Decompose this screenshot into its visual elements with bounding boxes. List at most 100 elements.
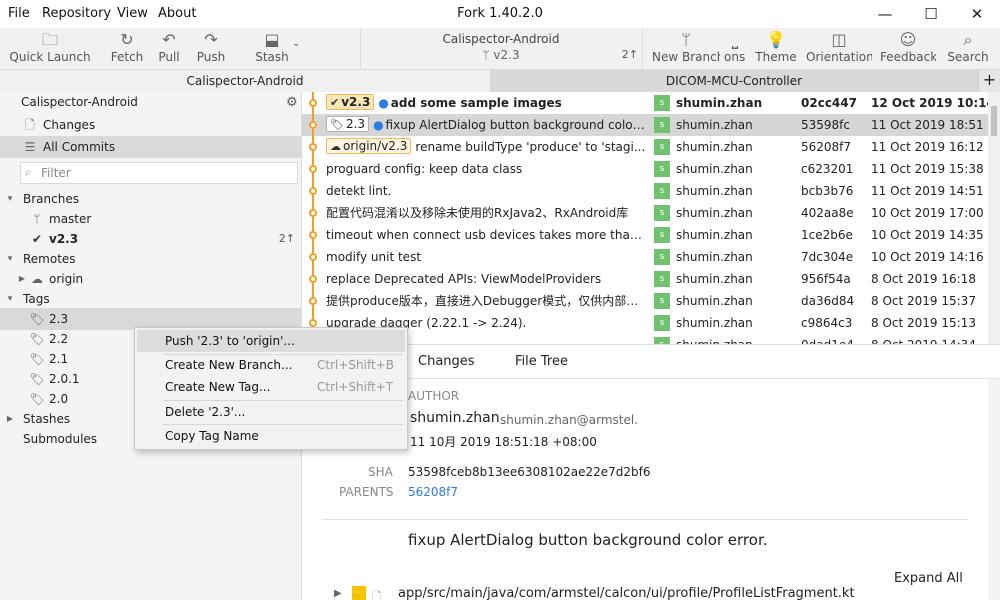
menu-about[interactable]: About <box>158 6 196 21</box>
commit-date: 8 Oct 2019 15:13 <box>871 316 976 330</box>
tag-icon: 🏷 <box>29 332 45 346</box>
parent-sha-link[interactable]: 56208f7 <box>408 485 458 499</box>
menu-item-label: Copy Tag Name <box>165 429 259 443</box>
remotes-section-header[interactable]: ▾ Remotes <box>0 248 301 270</box>
add-tab-button[interactable]: + <box>978 70 1000 92</box>
commit-row[interactable]: 🏷 2.3 ● fixup AlertDialog button background… <box>302 114 988 136</box>
commit-author: shumin.zhan <box>676 206 753 220</box>
copy-tag-name-menu-item[interactable]: Copy Tag Name <box>137 425 405 447</box>
maximize-button[interactable]: ☐ <box>908 0 954 28</box>
push-button[interactable]: ↷ Push <box>192 30 230 68</box>
new-branch-button[interactable]: ᛘ New Branch <box>652 30 720 68</box>
commit-author: shumin.zhan <box>676 250 753 264</box>
commit-message: 提供produce版本，直接进入Debugger模式，仅供内部人... <box>326 294 646 308</box>
fetch-button[interactable]: ↻ Fetch <box>104 30 150 68</box>
menu-file[interactable]: File <box>8 6 30 21</box>
quick-launch-label: Quick Launch <box>9 50 91 64</box>
file-icon: 🗋 <box>372 590 382 600</box>
branch-name: v2.3 <box>49 232 79 246</box>
menu-item-label: Delete '2.3'... <box>165 405 246 419</box>
tag-name: 2.0.1 <box>49 372 80 386</box>
stash-dropdown-icon[interactable]: ⌄ <box>292 38 300 49</box>
commit-row[interactable]: proguard config: keep data class s shumi… <box>302 158 988 180</box>
commit-row[interactable]: replace Deprecated APIs: ViewModelProvid… <box>302 268 988 290</box>
commit-row[interactable]: ✔ v2.3 ● add some sample images s shumin.zh… <box>302 92 995 114</box>
sidebar-item-all-commits[interactable]: ☰ All Commits <box>0 136 301 158</box>
delete-tag-menu-item[interactable]: Delete '2.3'... <box>137 401 405 423</box>
minimize-button[interactable]: — <box>862 0 908 28</box>
close-button[interactable]: ✕ <box>954 0 1000 28</box>
expand-all-button[interactable]: Expand All <box>894 571 963 586</box>
commit-row[interactable]: 配置代码混淆以及移除未使用的RxJava2、RxAndroid库 s shumi… <box>302 202 988 224</box>
sidebar-item-branch-master[interactable]: ᛘ master <box>0 208 301 230</box>
commit-row[interactable]: 提供produce版本，直接进入Debugger模式，仅供内部人... s sh… <box>302 290 988 312</box>
theme-label: Theme <box>755 50 797 64</box>
gear-icon[interactable]: ⚙ <box>286 95 298 110</box>
menu-bar: File Repository View About Fork 1.40.2.0… <box>0 0 1000 28</box>
cloud-icon: ☁ <box>31 272 43 286</box>
chevron-right-icon[interactable]: ▶ <box>334 588 342 599</box>
branches-section-header[interactable]: ▾ Branches <box>0 188 301 210</box>
graph-node <box>302 268 324 290</box>
tab-calispector-android[interactable]: Calispector-Android <box>0 70 490 92</box>
sidebar-item-branch-v2-3[interactable]: ✔ v2.3 2↑ <box>0 228 301 250</box>
branch-ref-badge[interactable]: ✔ v2.3 <box>326 94 375 110</box>
changed-file-path[interactable]: app/src/main/java/com/armstel/calcon/ui/… <box>398 586 855 600</box>
section-label: Remotes <box>23 252 76 266</box>
tab-file-tree[interactable]: File Tree <box>515 354 568 369</box>
commit-message: add some sample images <box>390 96 562 110</box>
sidebar-item-remote-origin[interactable]: ▶ ☁ origin <box>0 268 301 290</box>
author-email: shumin.zhan@armstel.c <box>500 413 638 427</box>
author-label: AUTHOR <box>408 389 460 403</box>
scrollbar-thumb[interactable] <box>991 106 997 136</box>
stash-icon: ⬓ <box>264 30 280 49</box>
search-button[interactable]: ⌕ Search <box>946 30 990 68</box>
sidebar-item-changes[interactable]: 🗋 Changes <box>0 114 301 136</box>
create-tag-menu-item[interactable]: Create New Tag... Ctrl+Shift+T <box>137 376 405 398</box>
commit-row[interactable]: detekt lint. s shumin.zhan bcb3b76 11 Oc… <box>302 180 988 202</box>
tags-section-header[interactable]: ▾ Tags <box>0 288 301 310</box>
console-button[interactable]: ⎵ onsc <box>724 30 746 68</box>
avatar: s <box>654 249 670 265</box>
section-label: Submodules <box>23 432 98 446</box>
menu-repository[interactable]: Repository <box>42 6 111 21</box>
commit-sha: bcb3b76 <box>801 184 854 198</box>
tag-name: 2.1 <box>49 352 69 366</box>
remote-ref-badge[interactable]: ☁ origin/v2.3 <box>326 138 412 154</box>
commit-sha: c623201 <box>801 162 854 176</box>
commit-date: 10 Oct 2019 14:16 <box>871 250 984 264</box>
push-tag-menu-item[interactable]: Push '2.3' to 'origin'... <box>137 330 405 352</box>
graph-node <box>302 290 324 312</box>
feedback-button[interactable]: ☺ Feedback <box>880 30 936 68</box>
orientation-button[interactable]: ◫ Orientation <box>806 30 872 68</box>
avatar: s <box>654 95 670 111</box>
tab-changes[interactable]: Changes <box>418 354 475 369</box>
tab-dicom-mcu-controller[interactable]: DICOM-MCU-Controller <box>490 70 978 92</box>
commit-message: detekt lint. <box>326 184 392 198</box>
avatar: s <box>654 337 670 344</box>
tag-ref-badge[interactable]: 🏷 2.3 <box>326 116 370 132</box>
quick-launch-button[interactable]: 🗀 Quick Launch <box>8 30 92 68</box>
stash-button[interactable]: ⬓ Stash <box>250 30 294 68</box>
commit-date: 8 Oct 2019 15:37 <box>871 294 976 308</box>
commit-row[interactable]: ☁ origin/v2.3 rename buildType 'produce' t… <box>302 136 988 158</box>
commit-author: shumin.zhan <box>676 96 763 110</box>
commit-list-scrollbar[interactable] <box>988 92 1000 344</box>
pull-button[interactable]: ↶ Pull <box>150 30 188 68</box>
sha-value[interactable]: 53598fceb8b13ee6308102ae22e7d2bf6 <box>408 465 650 479</box>
commit-row[interactable]: modify unit test s shumin.zhan 7dc304e 1… <box>302 246 988 268</box>
commit-row[interactable]: timeout when connect usb devices takes m… <box>302 224 988 246</box>
commit-date: 11 Oct 2019 16:12 <box>871 140 984 154</box>
menu-view[interactable]: View <box>117 6 148 21</box>
theme-button[interactable]: 💡 Theme <box>754 30 798 68</box>
commit-message: replace Deprecated APIs: ViewModelProvid… <box>326 272 602 286</box>
graph-node <box>302 202 324 224</box>
details-scrollbar[interactable] <box>988 379 1000 600</box>
graph-node <box>302 158 324 180</box>
create-branch-menu-item[interactable]: Create New Branch... Ctrl+Shift+B <box>137 354 405 376</box>
commit-author: shumin.zhan <box>676 272 753 286</box>
filter-input[interactable] <box>41 165 291 181</box>
chevron-right-icon: ▶ <box>18 274 26 283</box>
commits-list-icon: ☰ <box>24 140 36 154</box>
commit-message: fixup AlertDialog button background colo… <box>385 118 646 132</box>
